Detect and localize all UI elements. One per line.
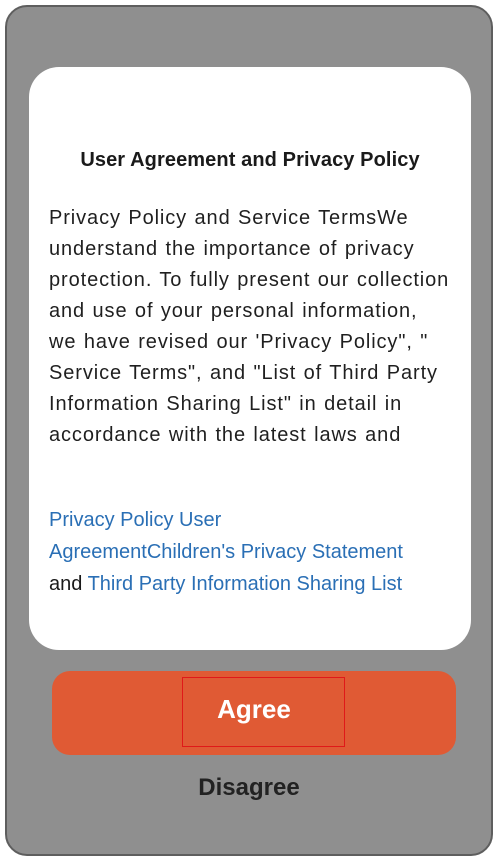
policy-links: Privacy Policy User AgreementChildren's … — [49, 504, 469, 600]
privacy-dialog: User Agreement and Privacy Policy Privac… — [29, 67, 471, 650]
body-line: Privacy Policy and Service TermsWe — [49, 207, 409, 229]
disagree-button[interactable]: Disagree — [7, 774, 491, 802]
body-line: we have revised our 'Privacy Policy", " — [49, 331, 429, 353]
user-agreement-link-part2[interactable]: Agreement — [49, 541, 147, 563]
links-line-3: and Third Party Information Sharing List — [49, 568, 469, 600]
body-line: Service Terms", and "List of Third Party — [49, 362, 438, 384]
body-line: accordance with the latest laws and — [49, 424, 402, 446]
links-line-2: AgreementChildren's Privacy Statement — [49, 536, 469, 568]
children-privacy-link[interactable]: Children's Privacy Statement — [147, 541, 403, 563]
links-line-1: Privacy Policy User — [49, 504, 469, 536]
dialog-body-text: Privacy Policy and Service TermsWe under… — [49, 203, 459, 451]
third-party-list-link[interactable]: Third Party Information Sharing List — [88, 573, 403, 595]
body-line: understand the importance of privacy — [49, 238, 415, 260]
dialog-title: User Agreement and Privacy Policy — [80, 149, 420, 171]
body-line: protection. To fully present our collect… — [49, 269, 450, 291]
body-line: Information Sharing List" in detail in — [49, 393, 403, 415]
and-text: and — [49, 573, 83, 595]
body-line: and use of your personal information, — [49, 300, 418, 322]
agree-button[interactable]: Agree — [52, 671, 456, 755]
user-agreement-link-part1[interactable]: User — [179, 509, 221, 531]
phone-screen: User Agreement and Privacy Policy Privac… — [5, 5, 493, 856]
agree-button-label: Agree — [217, 694, 291, 724]
privacy-policy-link[interactable]: Privacy Policy — [49, 509, 173, 531]
